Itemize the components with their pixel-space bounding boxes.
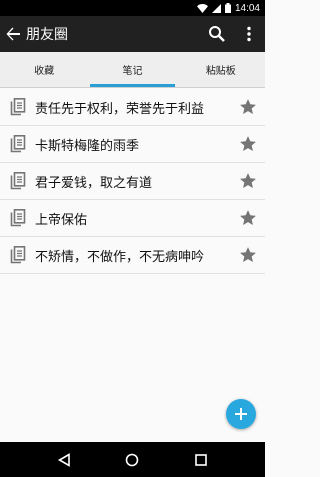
status-time: 14:04 [234, 2, 260, 14]
list-item[interactable]: 不矫情，不做作，不无病呻吟 [0, 237, 265, 274]
wifi-icon [196, 3, 208, 13]
list-item[interactable]: 责任先于权利，荣誉先于利益 [0, 89, 265, 126]
tab-bar: 收藏 笔记 粘贴板 [0, 52, 265, 88]
add-icon [234, 407, 248, 421]
list-item[interactable]: 上帝保佑 [0, 200, 265, 237]
search-icon[interactable] [201, 16, 233, 52]
star-icon[interactable] [233, 237, 263, 274]
nav-home-icon[interactable] [117, 445, 147, 475]
tab-clipboard[interactable]: 粘贴板 [177, 52, 265, 87]
tab-label: 粘贴板 [205, 66, 236, 77]
note-text: 上帝保佑 [35, 212, 88, 228]
nav-recents-icon[interactable] [186, 445, 216, 475]
star-icon[interactable] [233, 163, 263, 200]
nav-back-icon[interactable] [49, 445, 79, 475]
battery-icon [224, 3, 231, 13]
page-title: 朋友圈 [26, 27, 68, 43]
note-text: 不矫情，不做作，不无病呻吟 [35, 249, 205, 265]
tab-label: 收藏 [34, 66, 55, 77]
document-icon [3, 89, 33, 126]
star-icon[interactable] [233, 200, 263, 237]
list-item[interactable]: 君子爱钱，取之有道 [0, 163, 265, 200]
tab-notes[interactable]: 笔记 [88, 52, 176, 87]
notes-list: 责任先于权利，荣誉先于利益 卡斯特梅隆的雨季 君子爱钱，取之有道 上帝保佑 不矫… [0, 89, 265, 274]
note-text: 君子爱钱，取之有道 [35, 175, 153, 191]
navigation-bar [0, 442, 265, 477]
list-item[interactable]: 卡斯特梅隆的雨季 [0, 126, 265, 163]
document-icon [3, 200, 33, 237]
document-icon [3, 237, 33, 274]
status-bar: 14:04 [0, 0, 265, 16]
screen: 14:04 朋友圈 收藏 笔记 粘贴板 责任先于权利，荣誉先于利益 卡斯特梅隆的… [0, 0, 265, 477]
add-note-button[interactable] [226, 399, 256, 429]
signal-icon [211, 3, 221, 13]
note-text: 卡斯特梅隆的雨季 [35, 138, 140, 154]
app-bar: 朋友圈 [0, 16, 265, 52]
document-icon [3, 126, 33, 163]
arrow-back-icon[interactable] [2, 16, 24, 52]
note-text: 责任先于权利，荣誉先于利益 [35, 101, 205, 117]
tab-label: 笔记 [122, 66, 143, 77]
star-icon[interactable] [233, 126, 263, 163]
tab-favorites[interactable]: 收藏 [0, 52, 88, 87]
star-icon[interactable] [233, 89, 263, 126]
more-vert-icon[interactable] [233, 16, 265, 52]
document-icon [3, 163, 33, 200]
